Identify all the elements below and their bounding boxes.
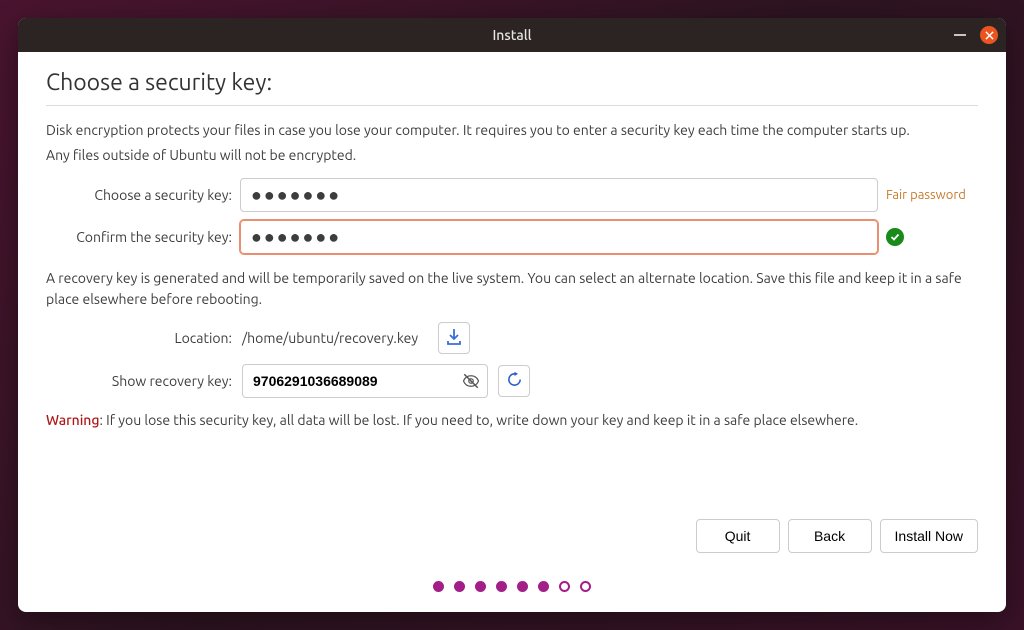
- pager-dot: [496, 581, 507, 592]
- check-icon: [886, 228, 904, 246]
- pager-dot: [517, 581, 528, 592]
- page-title: Choose a security key:: [46, 70, 978, 95]
- titlebar: Install: [18, 18, 1006, 52]
- installer-window: Install Choose a security key: Disk encr…: [18, 18, 1006, 612]
- window-controls: [954, 26, 998, 44]
- pager-dot: [475, 581, 486, 592]
- refresh-icon: [506, 371, 523, 391]
- pager-dot: [454, 581, 465, 592]
- confirm-key-row: Confirm the security key: ●●●●●●●: [46, 220, 978, 254]
- choose-key-input[interactable]: ●●●●●●●: [240, 178, 878, 212]
- show-key-row: Show recovery key:: [46, 364, 978, 398]
- pager-dot: [433, 581, 444, 592]
- location-path: /home/ubuntu/recovery.key: [242, 330, 418, 346]
- location-label: Location:: [46, 330, 232, 346]
- minimize-icon[interactable]: [954, 34, 966, 36]
- recovery-note: A recovery key is generated and will be …: [46, 268, 978, 310]
- pager-dot: [580, 581, 591, 592]
- recovery-key-field[interactable]: [242, 364, 488, 398]
- content-area: Choose a security key: Disk encryption p…: [18, 52, 1006, 612]
- pager-dot: [538, 581, 549, 592]
- warning-word: Warning: [46, 412, 100, 428]
- separator: [46, 105, 978, 106]
- regenerate-key-button[interactable]: [498, 365, 530, 397]
- warning-text: Warning: If you lose this security key, …: [46, 410, 978, 431]
- confirm-key-input[interactable]: ●●●●●●●: [240, 220, 878, 254]
- description-line-2: Any files outside of Ubuntu will not be …: [46, 145, 978, 166]
- choose-key-row: Choose a security key: ●●●●●●● Fair pass…: [46, 178, 978, 212]
- window-title: Install: [492, 27, 531, 43]
- eye-off-icon[interactable]: [460, 370, 482, 392]
- description-line-1: Disk encryption protects your files in c…: [46, 120, 978, 141]
- button-row: Quit Back Install Now: [46, 519, 978, 553]
- confirm-key-label: Confirm the security key:: [46, 229, 232, 245]
- back-button[interactable]: Back: [788, 519, 872, 553]
- save-icon: [446, 328, 462, 349]
- warning-body: : If you lose this security key, all dat…: [100, 412, 859, 428]
- close-icon[interactable]: [980, 26, 998, 44]
- pager-dot: [559, 581, 570, 592]
- recovery-key-wrap: [242, 364, 488, 398]
- install-now-button[interactable]: Install Now: [880, 519, 978, 553]
- show-key-label: Show recovery key:: [46, 373, 232, 389]
- quit-button[interactable]: Quit: [696, 519, 780, 553]
- location-row: Location: /home/ubuntu/recovery.key: [46, 322, 978, 354]
- password-strength-hint: Fair password: [886, 188, 978, 202]
- save-location-button[interactable]: [438, 322, 470, 354]
- progress-pager: [46, 581, 978, 592]
- choose-key-label: Choose a security key:: [46, 187, 232, 203]
